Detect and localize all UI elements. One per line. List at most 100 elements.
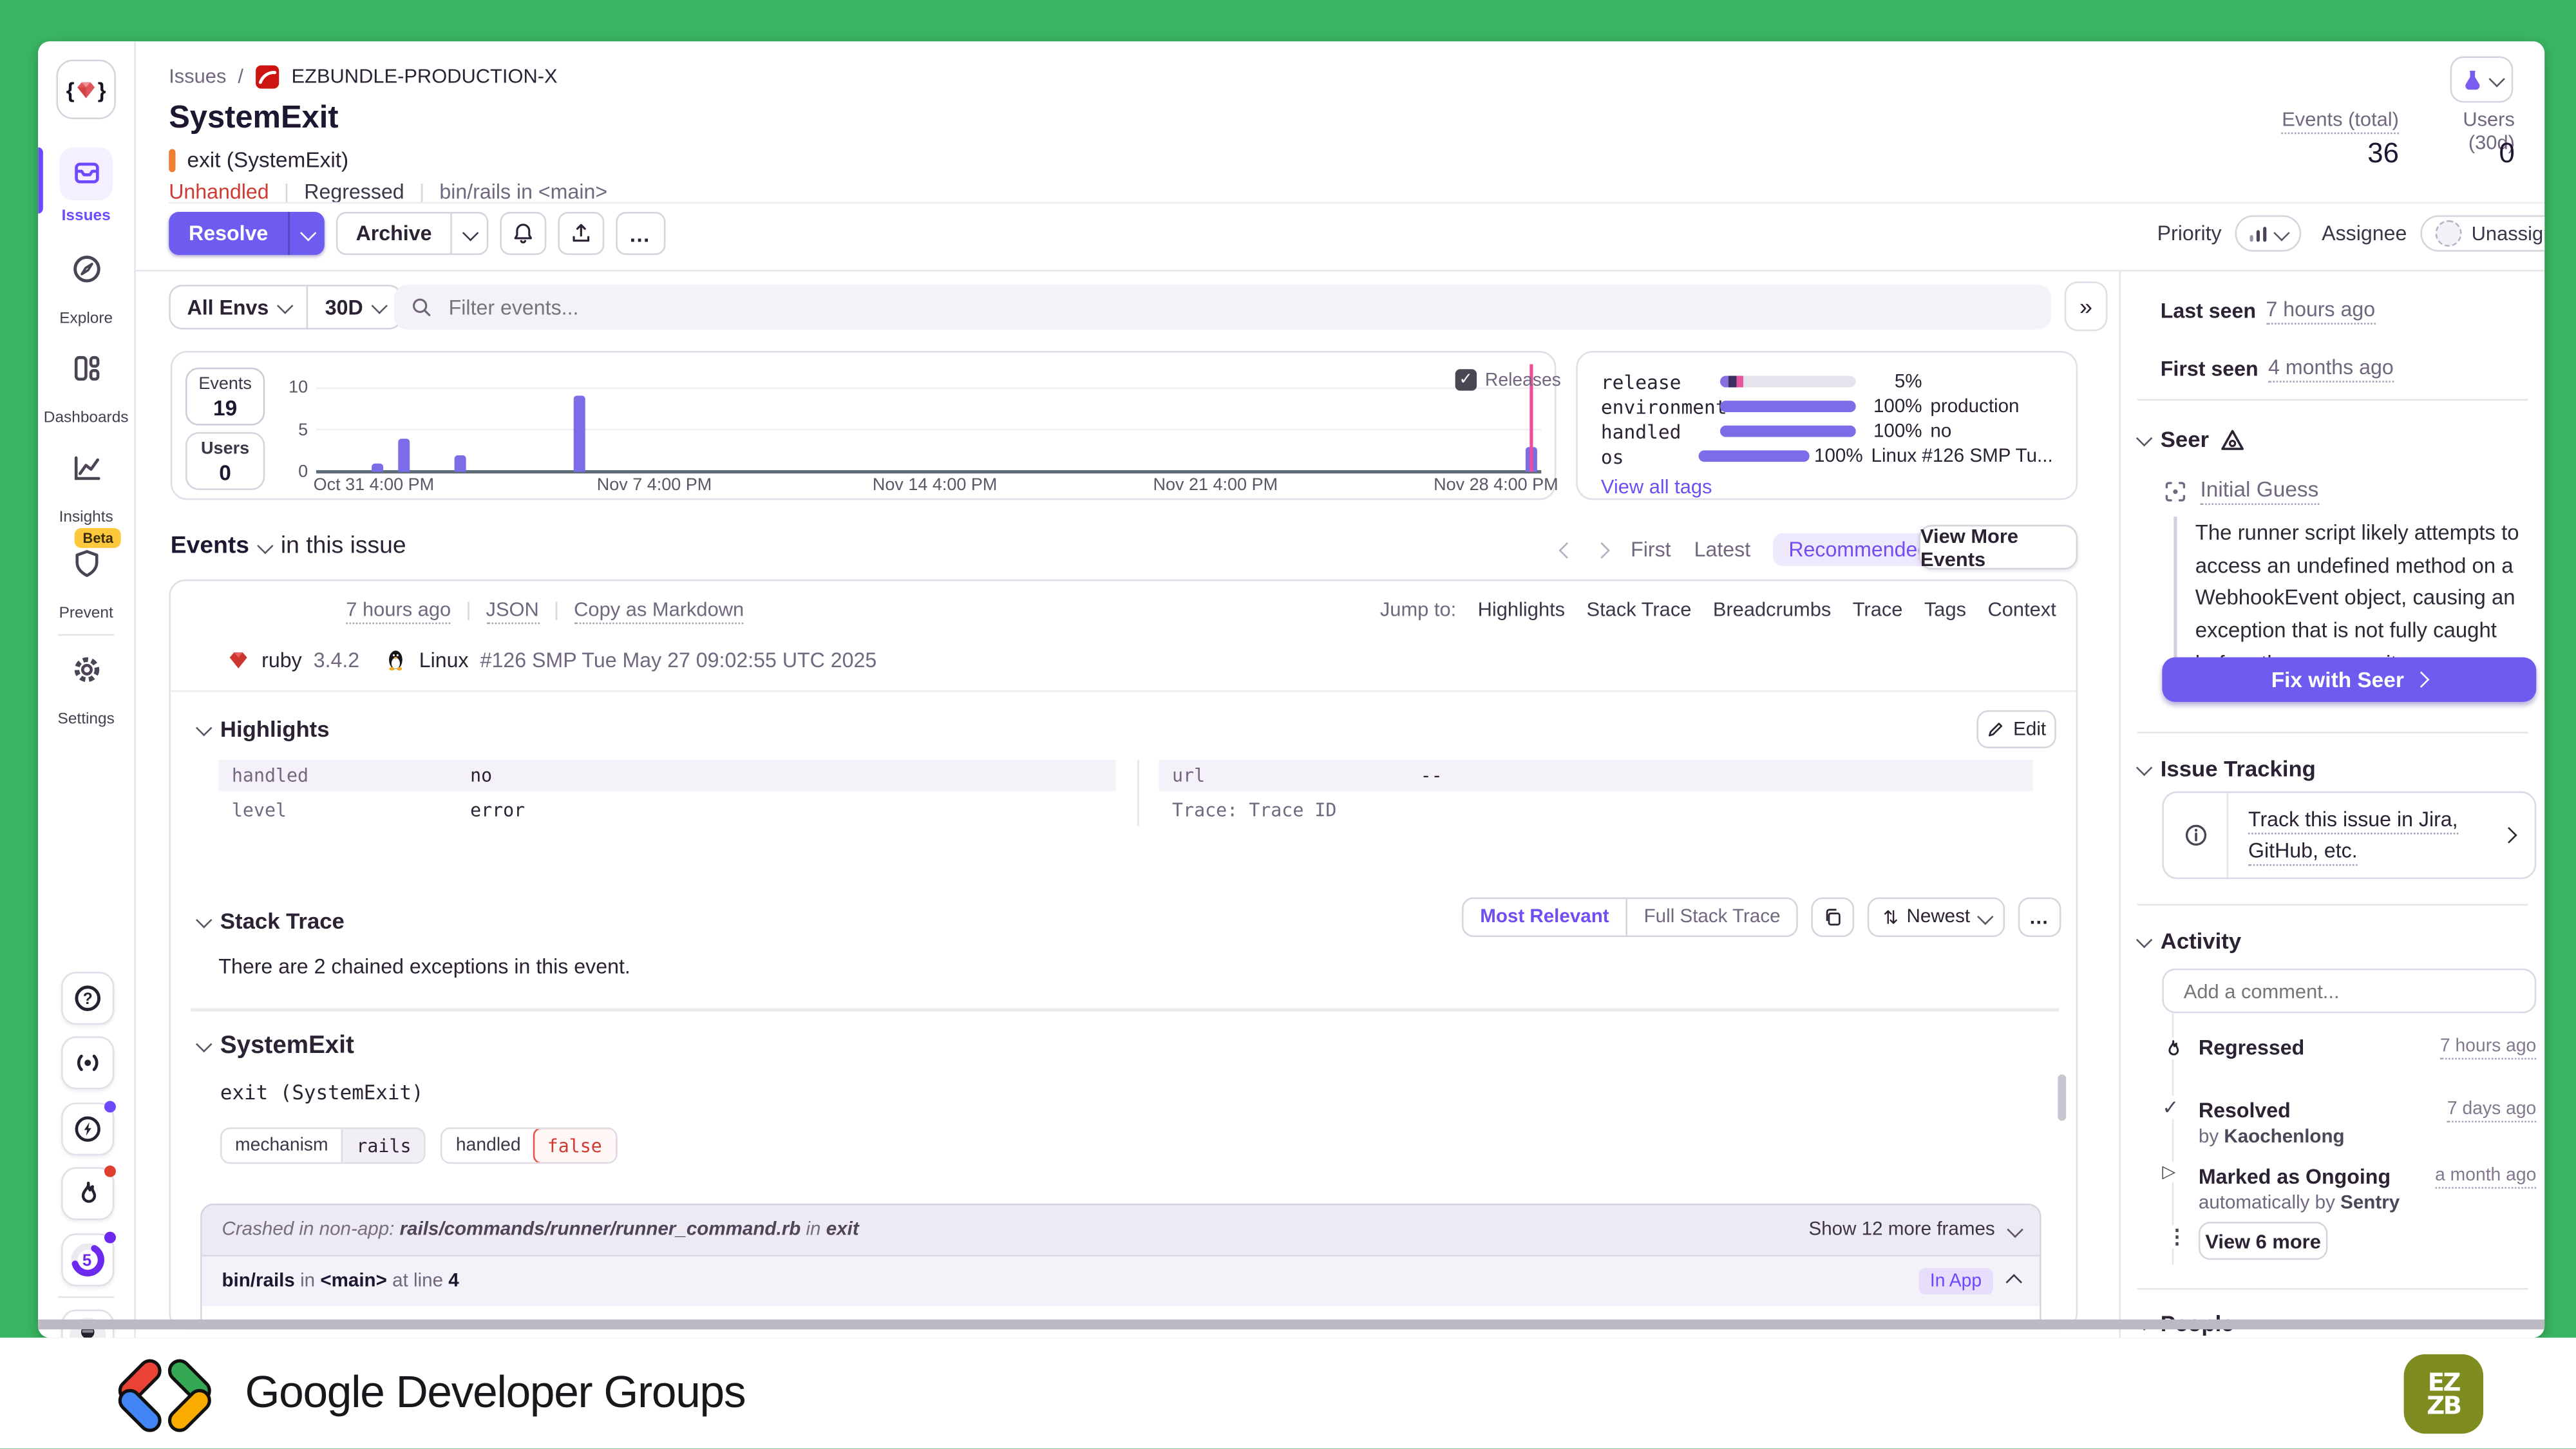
releases-checkbox[interactable]: ✓: [1455, 369, 1477, 390]
highlight-value[interactable]: no: [470, 765, 492, 786]
next-event-icon[interactable]: [1593, 542, 1609, 558]
stack-view-segmented: Most Relevant Full Stack Trace: [1462, 897, 1799, 937]
tag-row-handled[interactable]: handled 100% no: [1601, 419, 2053, 444]
trace-id-label[interactable]: Trace: Trace ID: [1172, 800, 1336, 821]
activity-time[interactable]: a month ago: [2435, 1166, 2536, 1189]
stack-trace-heading[interactable]: Stack Trace: [197, 909, 345, 934]
prev-event-icon[interactable]: [1558, 542, 1575, 558]
first-seen-value[interactable]: 4 months ago: [2268, 356, 2394, 383]
lab-features-button[interactable]: [2450, 56, 2514, 102]
progress-ring-button[interactable]: 5: [61, 1233, 114, 1286]
stack-more-button[interactable]: …: [2018, 897, 2061, 937]
first-event-link[interactable]: First: [1631, 538, 1671, 561]
breadcrumb-project[interactable]: EZBUNDLE-PRODUCTION-X: [292, 64, 558, 88]
highlight-value[interactable]: error: [470, 800, 525, 821]
tag-bar: [1720, 376, 1856, 388]
stat-events-label[interactable]: Events (total): [2200, 108, 2398, 131]
org-logo-button[interactable]: {}: [56, 60, 116, 120]
full-stack-trace-tab[interactable]: Full Stack Trace: [1627, 907, 1797, 927]
search-bar[interactable]: [394, 285, 2051, 329]
help-button[interactable]: ?: [61, 972, 114, 1025]
view-all-tags-link[interactable]: View all tags: [1601, 475, 2053, 498]
collapsed-frames-row[interactable]: Crashed in non-app: rails/commands/runne…: [202, 1205, 2040, 1255]
frame-row[interactable]: bin/rails in <main> at line 4 In App: [202, 1255, 2040, 1307]
overflow-dots-icon: ⋮: [2167, 1225, 2187, 1248]
tag-row-os[interactable]: os 100% Linux #126 SMP Tu...: [1601, 444, 2053, 469]
rightbar-divider-line: [2137, 732, 2528, 734]
sort-newest-dropdown[interactable]: ⇅ Newest: [1868, 897, 2005, 937]
fix-with-seer-button[interactable]: Fix with Seer: [2162, 658, 2536, 702]
assignee-dropdown[interactable]: Unassigned: [2420, 215, 2544, 252]
page-title: SystemExit: [169, 101, 338, 138]
issue-tracking-link[interactable]: Track this issue in Jira, GitHub, etc.: [2248, 808, 2458, 865]
sidebar-item-label: Insights: [38, 508, 134, 526]
search-input[interactable]: [446, 294, 1914, 320]
event-json-link[interactable]: JSON: [486, 598, 539, 621]
most-relevant-tab[interactable]: Most Relevant: [1463, 907, 1625, 927]
double-chevron-icon: »: [2079, 293, 2092, 319]
exception-heading[interactable]: SystemExit: [197, 1032, 354, 1060]
dashboards-icon: [71, 353, 103, 384]
more-actions-button[interactable]: …: [616, 212, 665, 255]
sentry-app-window: {} Issues Explore Dashboards: [38, 41, 2544, 1338]
archive-dropdown-button[interactable]: [451, 227, 486, 239]
tag-bar: [1720, 426, 1856, 437]
jump-link-stacktrace[interactable]: Stack Trace: [1587, 598, 1692, 621]
jump-link-breadcrumbs[interactable]: Breadcrumbs: [1713, 598, 1831, 621]
issues-icon: [73, 159, 101, 187]
events-dropdown[interactable]: Events: [171, 533, 269, 560]
date-range-dropdown[interactable]: 30D: [308, 296, 401, 319]
collapse-sidebar-button[interactable]: »: [2065, 281, 2108, 331]
view-more-activity-button[interactable]: View 6 more: [2199, 1222, 2328, 1260]
env-filter-dropdown[interactable]: All Envs: [171, 296, 307, 319]
settings-gear-icon: [71, 654, 103, 685]
jump-link-tags[interactable]: Tags: [1924, 598, 1966, 621]
broadcast-icon: [73, 1048, 102, 1077]
priority-dropdown[interactable]: [2235, 215, 2302, 252]
copy-markdown-link[interactable]: Copy as Markdown: [574, 598, 744, 621]
last-seen-value[interactable]: 7 hours ago: [2266, 298, 2375, 325]
check-icon: ✓: [2162, 1096, 2179, 1119]
issue-tracking-heading[interactable]: Issue Tracking: [2137, 757, 2316, 782]
resolve-button[interactable]: Resolve: [169, 222, 288, 245]
jump-link-trace[interactable]: Trace: [1853, 598, 1903, 621]
highlight-value[interactable]: --: [1421, 765, 1443, 786]
onboarding-button[interactable]: [61, 1167, 114, 1220]
handled-chip[interactable]: handled false: [441, 1128, 617, 1164]
chart-bar: [397, 438, 409, 471]
broadcast-button[interactable]: [61, 1036, 114, 1089]
show-more-frames-link[interactable]: Show 12 more frames: [1808, 1220, 1994, 1240]
activity-heading[interactable]: Activity: [2137, 929, 2241, 954]
whats-new-button[interactable]: [61, 1103, 114, 1155]
jump-link-highlights[interactable]: Highlights: [1478, 598, 1565, 621]
issue-tracking-card[interactable]: Track this issue in Jira, GitHub, etc.: [2162, 791, 2536, 879]
regression-flame-icon: [2162, 1038, 2183, 1059]
share-button[interactable]: [558, 212, 604, 255]
edit-highlights-button[interactable]: Edit: [1976, 710, 2056, 748]
activity-time[interactable]: 7 days ago: [2447, 1099, 2536, 1122]
horizontal-scrollbar[interactable]: [38, 1320, 2544, 1329]
highlights-heading[interactable]: Highlights: [197, 717, 330, 742]
seer-heading[interactable]: Seer: [2137, 427, 2246, 452]
view-more-events-button[interactable]: View More Events: [1918, 525, 2078, 569]
comment-input[interactable]: [2181, 978, 2518, 1004]
archive-button[interactable]: Archive: [337, 222, 450, 245]
event-time-link[interactable]: 7 hours ago: [346, 598, 451, 621]
users-toggle[interactable]: Users 0: [185, 432, 265, 490]
panel-scrollbar-thumb[interactable]: [2058, 1074, 2066, 1121]
resolve-dropdown-button[interactable]: [290, 227, 325, 239]
copy-stack-button[interactable]: [1812, 897, 1855, 937]
initial-guess-row[interactable]: Initial Guess: [2164, 477, 2318, 505]
breadcrumb-issues-link[interactable]: Issues: [169, 64, 226, 88]
collapse-frame-icon[interactable]: [2006, 1273, 2022, 1289]
tag-row-environment[interactable]: environment 100% production: [1601, 394, 2053, 419]
mechanism-chip[interactable]: mechanism rails: [220, 1128, 426, 1164]
jump-link-context[interactable]: Context: [1987, 598, 2056, 621]
releases-legend[interactable]: ✓ Releases: [1455, 369, 1561, 390]
jump-to-label: Jump to:: [1380, 598, 1456, 621]
activity-time[interactable]: 7 hours ago: [2440, 1036, 2536, 1059]
events-toggle[interactable]: Events 19: [185, 368, 265, 426]
tag-row-release[interactable]: release 5%: [1601, 369, 2053, 394]
subscribe-button[interactable]: [500, 212, 546, 255]
latest-event-link[interactable]: Latest: [1694, 538, 1751, 561]
